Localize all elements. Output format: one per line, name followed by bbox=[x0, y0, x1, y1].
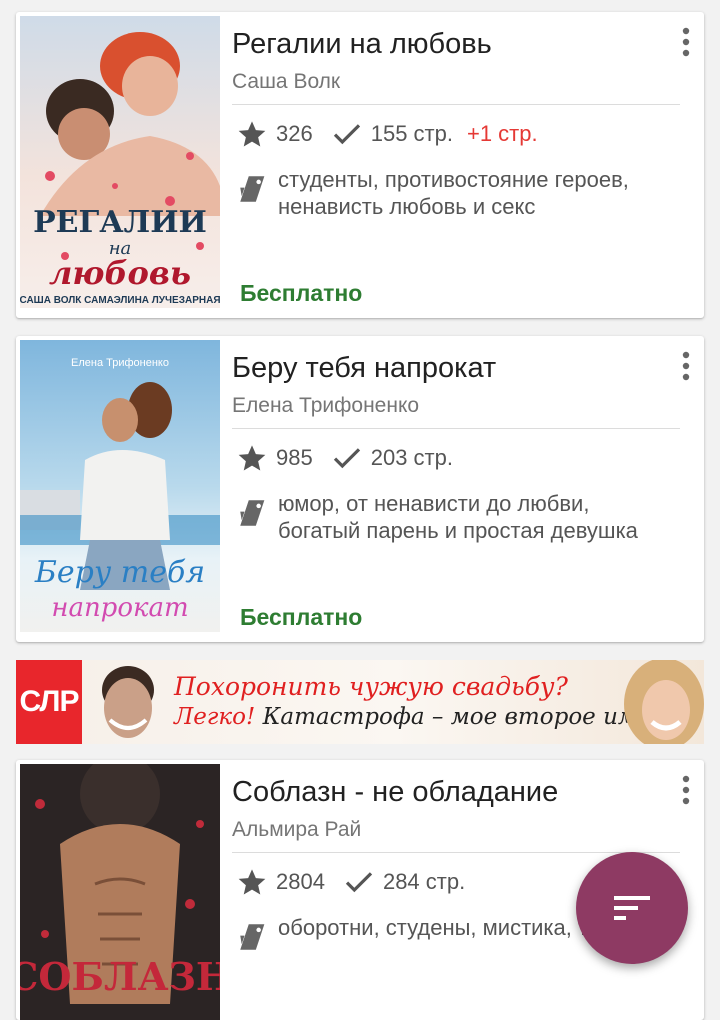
book-title[interactable]: Регалии на любовь bbox=[232, 26, 664, 62]
tags-line: богатый парень и простая девушка bbox=[278, 518, 638, 543]
star-icon bbox=[238, 445, 266, 471]
tags-line: юмор, от ненависти до любви, bbox=[278, 491, 590, 516]
more-vert-icon[interactable] bbox=[676, 774, 696, 806]
book-card[interactable]: Елена Трифоненко Беру тебя напрокат Беру… bbox=[16, 336, 704, 642]
check-icon bbox=[333, 448, 360, 469]
ad-man-image bbox=[102, 666, 154, 738]
price-label: Бесплатно bbox=[240, 280, 363, 306]
book-stats: 2804 284 стр. bbox=[236, 864, 483, 900]
book-cover-image[interactable]: СОБЛАЗН bbox=[20, 764, 220, 1020]
page-count: 203 стр. bbox=[370, 445, 453, 470]
check-icon bbox=[333, 124, 360, 145]
cover-title-line2: напрокат bbox=[51, 593, 188, 623]
page-count: 155 стр. bbox=[370, 121, 453, 146]
book-author[interactable]: Саша Волк bbox=[232, 68, 340, 96]
book-stats: 326 155 стр. +1 стр. bbox=[236, 116, 538, 152]
cover-authors: САША ВОЛК САМАЭЛИНА ЛУЧЕЗАРНАЯ bbox=[20, 295, 220, 306]
rating-value: 326 bbox=[276, 121, 313, 146]
tags-line: ненависть любовь и секс bbox=[278, 194, 536, 219]
book-title[interactable]: Беру тебя напрокат bbox=[232, 350, 664, 386]
cover-title-line1: РЕГАЛИИ bbox=[33, 205, 207, 240]
page-count: 284 стр. bbox=[382, 869, 466, 894]
tag-icon bbox=[240, 176, 265, 202]
book-card[interactable]: РЕГАЛИИ на любовь САША ВОЛК САМАЭЛИНА ЛУ… bbox=[16, 12, 704, 318]
book-stats: 985 203 стр. bbox=[236, 440, 471, 476]
ad-subline: Легко! Катастрофа – мое второе имя bbox=[174, 704, 652, 730]
book-tags: юмор, от ненависти до любви, богатый пар… bbox=[236, 490, 688, 544]
check-icon bbox=[345, 872, 373, 893]
book-tags: студенты, противостояние героев, ненавис… bbox=[236, 166, 688, 220]
tag-icon bbox=[240, 500, 265, 526]
divider bbox=[232, 428, 680, 429]
new-pages-badge: +1 стр. bbox=[466, 121, 538, 146]
ad-headline: Похоронить чужую свадьбу? bbox=[174, 672, 568, 701]
ad-banner[interactable]: СЛР Похоронить чужую свадьбу? Легко! Кат… bbox=[16, 660, 704, 744]
cover-title-line1: Беру тебя bbox=[34, 555, 205, 590]
ad-subline-accent: Легко! bbox=[174, 704, 256, 730]
ad-subline-text: Катастрофа – мое второе имя bbox=[255, 704, 653, 730]
book-cover-image[interactable]: Елена Трифоненко Беру тебя напрокат bbox=[20, 340, 220, 632]
tag-icon bbox=[240, 924, 265, 950]
filter-sort-button[interactable] bbox=[576, 852, 688, 964]
divider bbox=[232, 104, 680, 105]
filter-sort-icon bbox=[614, 896, 650, 920]
rating-value: 2804 bbox=[276, 869, 325, 894]
cover-title-line3: любовь bbox=[49, 254, 191, 292]
divider bbox=[232, 852, 680, 853]
book-title[interactable]: Соблазн - не обладание bbox=[232, 774, 664, 810]
rating-value: 985 bbox=[276, 445, 313, 470]
ad-logo: СЛР bbox=[16, 660, 82, 744]
star-icon bbox=[238, 869, 266, 895]
price-label: Бесплатно bbox=[240, 604, 363, 630]
cover-author: Елена Трифоненко bbox=[71, 357, 169, 369]
star-icon bbox=[238, 121, 266, 147]
more-vert-icon[interactable] bbox=[676, 350, 696, 382]
ad-woman-image bbox=[624, 660, 704, 744]
tags-line: студенты, противостояние героев, bbox=[278, 167, 629, 192]
cover-title-line1: СОБЛАЗН bbox=[20, 954, 220, 999]
book-author[interactable]: Елена Трифоненко bbox=[232, 392, 419, 420]
book-author[interactable]: Альмира Рай bbox=[232, 816, 361, 844]
book-cover-image[interactable]: РЕГАЛИИ на любовь САША ВОЛК САМАЭЛИНА ЛУ… bbox=[20, 16, 220, 308]
more-vert-icon[interactable] bbox=[676, 26, 696, 58]
